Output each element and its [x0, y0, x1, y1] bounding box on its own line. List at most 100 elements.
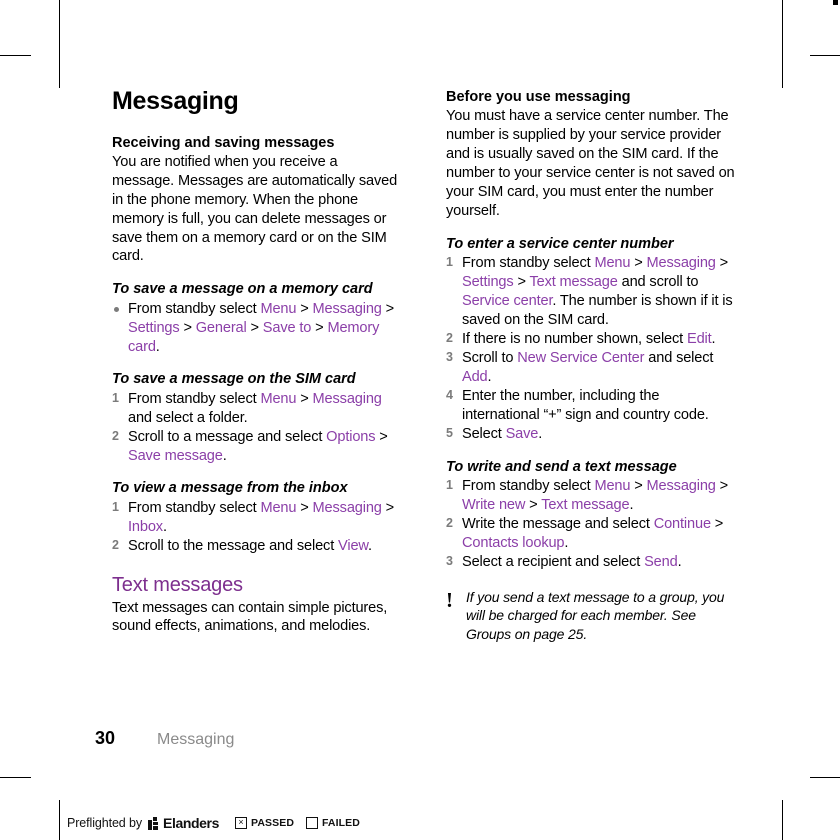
step-text: > — [179, 319, 196, 336]
step-text: . — [222, 447, 227, 464]
ui-term: Text message — [529, 274, 618, 291]
ui-term: View — [338, 537, 368, 554]
note-text: If you send a text message to a group, y… — [466, 588, 725, 642]
passed-checkbox-box[interactable]: × — [235, 817, 247, 829]
failed-checkbox-box[interactable] — [306, 817, 318, 829]
heading-write-and-send-text-message: To write and send a text message — [446, 458, 677, 475]
procedure-step: 2 Scroll to the message and select View. — [112, 537, 402, 556]
step-number: 2 — [446, 330, 453, 345]
step-text: . — [564, 534, 569, 551]
heading-receiving-and-saving: Receiving and saving messages — [112, 134, 335, 151]
procedure-step: From standby select Menu > Messaging > S… — [112, 300, 402, 357]
preflight-failed-checkbox[interactable]: FAILED — [306, 817, 360, 829]
step-text: > — [513, 274, 530, 291]
ui-term: Menu — [594, 477, 631, 494]
step-text: . — [368, 537, 372, 554]
steps-enter-service-center-number: 1 From standby select Menu > Messaging > … — [446, 254, 736, 444]
ui-term: Settings — [462, 274, 514, 291]
step-text: > — [296, 499, 313, 516]
step-number: 5 — [446, 425, 453, 440]
exclamation-icon: ! — [446, 587, 453, 612]
step-text: and select a folder. — [128, 409, 248, 426]
ui-term: Messaging — [646, 477, 716, 494]
preflight-passed-checkbox[interactable]: × PASSED — [235, 817, 294, 829]
note-callout: ! If you send a text message to a group,… — [446, 588, 736, 643]
step-text: Write the message and select — [462, 515, 654, 532]
ui-term: Menu — [260, 390, 297, 407]
step-number: 2 — [112, 537, 119, 552]
step-number: 1 — [446, 477, 453, 492]
step-number: 2 — [446, 515, 453, 530]
step-text: > — [296, 300, 313, 317]
step-text: Enter the number, including the internat… — [462, 387, 709, 423]
ui-term: Add — [462, 368, 488, 385]
step-text: > — [381, 499, 395, 516]
ui-term: Continue — [653, 515, 711, 532]
ui-term: Menu — [260, 499, 297, 516]
procedure-step: 1 From standby select Menu > Messaging > … — [446, 254, 736, 330]
page-footer: 30 Messaging — [95, 728, 234, 749]
ui-term: Settings — [128, 319, 180, 336]
ui-term: Write new — [462, 496, 526, 513]
ui-term: Service center — [462, 293, 553, 309]
step-text: From standby select — [128, 499, 261, 516]
failed-label: FAILED — [322, 817, 360, 829]
step-text: If there is no number shown, select — [462, 330, 687, 347]
procedure-step: 1 From standby select Menu > Messaging > … — [112, 499, 402, 537]
ui-term: Save to — [262, 319, 312, 336]
heading-view-message-from-inbox: To view a message from the inbox — [112, 480, 348, 497]
preflight-prefix-label: Preflighted by — [67, 816, 143, 830]
ui-term: New Service Center — [517, 349, 645, 366]
step-text: > — [630, 255, 647, 272]
procedure-step: 4 Enter the number, including the interna… — [446, 387, 736, 425]
step-text: From standby select — [128, 300, 261, 317]
ui-term: Messaging — [646, 255, 716, 272]
page-number: 30 — [95, 728, 116, 748]
step-text: . — [711, 330, 716, 347]
paragraph-before-you-use-messaging: You must have a service center number. T… — [446, 108, 735, 219]
step-text: > — [630, 477, 647, 494]
ui-term: Options — [326, 428, 376, 445]
step-number: 1 — [446, 255, 453, 270]
steps-write-and-send-text-message: 1 From standby select Menu > Messaging > … — [446, 477, 736, 572]
step-text: . — [162, 518, 167, 535]
step-text: > — [715, 477, 729, 494]
ui-term: Messaging — [312, 499, 382, 516]
step-text: > — [246, 319, 263, 336]
page-title: Messaging — [112, 87, 239, 115]
heading-enter-service-center-number: To enter a service center number — [446, 235, 674, 252]
step-text: . — [629, 496, 634, 513]
steps-view-message-from-inbox: 1 From standby select Menu > Messaging > … — [112, 499, 402, 556]
heading-save-to-memory-card: To save a message on a memory card — [112, 281, 373, 298]
ui-term: Menu — [260, 300, 297, 317]
elanders-mark-icon — [148, 816, 160, 830]
step-text: Select — [462, 425, 506, 442]
step-number: 4 — [446, 387, 453, 402]
step-text: > — [375, 428, 388, 445]
paragraph-receiving-and-saving: You are notified when you receive a mess… — [112, 153, 398, 265]
procedure-step: 3 Scroll to New Service Center and select… — [446, 349, 736, 387]
preflight-stamp: Preflighted by Elanders × PASSED FAILED — [59, 806, 360, 840]
step-text: From standby select — [462, 255, 595, 272]
step-text: > — [311, 319, 328, 336]
ui-term: Text message — [541, 496, 630, 513]
step-text: . — [487, 368, 492, 385]
procedure-step: 2 Scroll to a message and select Options … — [112, 428, 402, 466]
step-number: 3 — [446, 349, 453, 364]
step-text: . — [155, 338, 160, 355]
procedure-step: 1 From standby select Menu > Messaging an… — [112, 390, 402, 428]
step-number: 1 — [112, 499, 119, 514]
ui-term: Save — [505, 425, 539, 442]
ui-term: Send — [644, 553, 678, 570]
ui-term: Inbox — [128, 518, 163, 535]
procedure-step: 2 Write the message and select Continue >… — [446, 515, 736, 553]
step-text: and select — [644, 349, 714, 366]
procedure-step: 3 Select a recipient and select Send. — [446, 553, 736, 572]
step-text: and scroll to — [617, 274, 699, 291]
ui-term: Save message — [128, 447, 223, 464]
procedure-step: 1 From standby select Menu > Messaging > … — [446, 477, 736, 515]
step-text: > — [710, 515, 724, 532]
ui-term: Messaging — [312, 390, 382, 407]
step-text: . — [677, 553, 682, 570]
steps-save-to-memory-card: From standby select Menu > Messaging > S… — [112, 300, 402, 357]
